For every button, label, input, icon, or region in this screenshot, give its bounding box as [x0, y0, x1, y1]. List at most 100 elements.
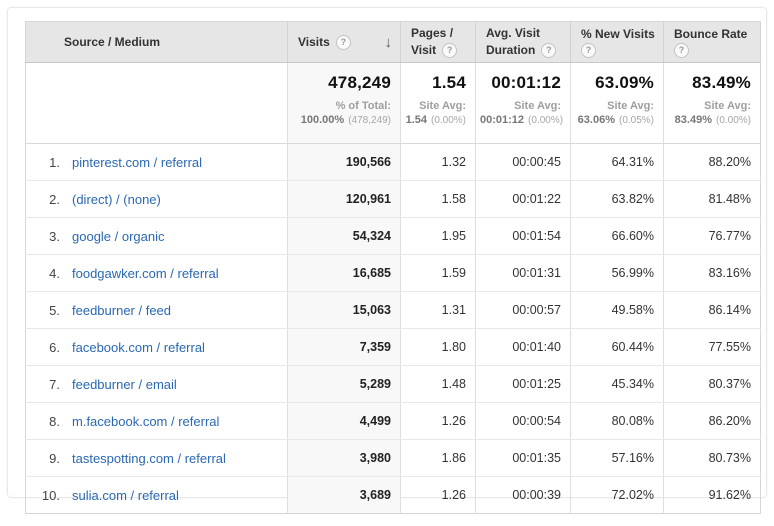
- help-icon[interactable]: ?: [336, 35, 351, 50]
- row-rank: 4.: [36, 266, 60, 281]
- table-row: 2.(direct) / (none) 120,961 1.58 00:01:2…: [26, 181, 761, 218]
- column-header-avg-visit-duration[interactable]: Avg. Visit Duration ?: [476, 22, 571, 63]
- column-header-source-medium[interactable]: Source / Medium: [26, 22, 288, 63]
- source-cell: 3. google / organic: [26, 218, 288, 255]
- summary-pages-cell: 1.54 Site Avg: 1.54(0.00%): [401, 63, 476, 144]
- table-row: 3.google / organic 54,324 1.95 00:01:54 …: [26, 218, 761, 255]
- table-row: 7.feedburner / email 5,289 1.48 00:01:25…: [26, 366, 761, 403]
- site-avg-value: 63.06%(0.05%): [575, 113, 654, 128]
- bounce-cell: 80.37%: [664, 366, 761, 403]
- source-link[interactable]: google / organic: [72, 229, 165, 244]
- bounce-cell: 91.62%: [664, 477, 761, 514]
- source-link[interactable]: (direct) / (none): [72, 192, 161, 207]
- summary-empty-cell: [26, 63, 288, 144]
- duration-cell: 00:00:45: [476, 144, 571, 181]
- source-cell: 8.m.facebook.com / referral: [26, 403, 288, 440]
- table-row: 1.pinterest.com / referral 190,566 1.32 …: [26, 144, 761, 181]
- source-link[interactable]: tastespotting.com / referral: [72, 451, 226, 466]
- visits-label: Visits: [298, 35, 330, 49]
- source-link[interactable]: facebook.com / referral: [72, 340, 205, 355]
- new-visits-cell: 80.08%: [571, 403, 664, 440]
- visits-cell: 3,980: [288, 440, 401, 477]
- new-visits-cell: 60.44%: [571, 329, 664, 366]
- new-visits-cell: 64.31%: [571, 144, 664, 181]
- help-icon[interactable]: ?: [674, 43, 689, 58]
- table-row: 8.m.facebook.com / referral 4,499 1.26 0…: [26, 403, 761, 440]
- summary-visits-cell: 478,249 % of Total: 100.00%(478,249): [288, 63, 401, 144]
- bounce-cell: 81.48%: [664, 181, 761, 218]
- site-avg-value: 83.49%(0.00%): [668, 113, 751, 128]
- table-row: 6.facebook.com / referral 7,359 1.80 00:…: [26, 329, 761, 366]
- table-row: 10.sulia.com / referral 3,689 1.26 00:00…: [26, 477, 761, 514]
- source-cell: 10.sulia.com / referral: [26, 477, 288, 514]
- column-header-pages-visit[interactable]: Pages / Visit ?: [401, 22, 476, 63]
- visits-cell: 54,324: [288, 218, 401, 255]
- summary-bounce-cell: 83.49% Site Avg: 83.49%(0.00%): [664, 63, 761, 144]
- source-cell: 4. foodgawker.com / referral: [26, 255, 288, 292]
- bounce-cell: 76.77%: [664, 218, 761, 255]
- pages-visit-label-line1: Pages /: [411, 25, 453, 42]
- header-row: Source / Medium Visits ? ↓ Pages /: [26, 22, 761, 63]
- visits-cell: 190,566: [288, 144, 401, 181]
- visits-cell: 16,685: [288, 255, 401, 292]
- duration-cell: 00:00:54: [476, 403, 571, 440]
- source-link[interactable]: foodgawker.com / referral: [72, 266, 219, 281]
- visits-cell: 7,359: [288, 329, 401, 366]
- source-medium-label: Source / Medium: [64, 35, 160, 49]
- summary-row: 478,249 % of Total: 100.00%(478,249) 1.5…: [26, 63, 761, 144]
- source-cell: 6. facebook.com / referral: [26, 329, 288, 366]
- pages-cell: 1.32: [401, 144, 476, 181]
- row-rank: 2.: [36, 192, 60, 207]
- column-header-bounce-rate[interactable]: Bounce Rate ?: [664, 22, 761, 63]
- row-rank: 3.: [36, 229, 60, 244]
- summary-pages-value: 1.54: [405, 73, 466, 93]
- source-link[interactable]: feedburner / feed: [72, 303, 171, 318]
- bounce-cell: 80.73%: [664, 440, 761, 477]
- site-avg-label: Site Avg:: [480, 100, 561, 113]
- duration-label-line1: Avg. Visit: [486, 25, 540, 42]
- summary-new-visits-value: 63.09%: [575, 73, 654, 93]
- pages-cell: 1.80: [401, 329, 476, 366]
- new-visits-cell: 72.02%: [571, 477, 664, 514]
- duration-label-line2: Duration: [486, 42, 535, 59]
- column-header-new-visits[interactable]: % New Visits ?: [571, 22, 664, 63]
- visits-cell: 15,063: [288, 292, 401, 329]
- summary-visits-value: 478,249: [292, 73, 391, 93]
- source-link[interactable]: sulia.com / referral: [72, 488, 179, 503]
- site-avg-label: Site Avg:: [405, 100, 466, 113]
- site-avg-value: 1.54(0.00%): [405, 113, 466, 128]
- site-avg-value: 00:01:12(0.00%): [480, 113, 561, 128]
- row-rank: 5.: [36, 303, 60, 318]
- pages-cell: 1.26: [401, 477, 476, 514]
- row-rank: 6.: [36, 340, 60, 355]
- source-link[interactable]: feedburner / email: [72, 377, 177, 392]
- pages-cell: 1.59: [401, 255, 476, 292]
- source-link[interactable]: m.facebook.com / referral: [72, 414, 219, 429]
- help-icon[interactable]: ?: [581, 43, 596, 58]
- source-cell: 9. tastespotting.com / referral: [26, 440, 288, 477]
- row-rank: 9.: [36, 451, 60, 466]
- bounce-cell: 86.20%: [664, 403, 761, 440]
- pages-cell: 1.31: [401, 292, 476, 329]
- source-link[interactable]: pinterest.com / referral: [72, 155, 202, 170]
- pages-cell: 1.95: [401, 218, 476, 255]
- duration-cell: 00:01:54: [476, 218, 571, 255]
- duration-cell: 00:01:22: [476, 181, 571, 218]
- visits-cell: 5,289: [288, 366, 401, 403]
- percent-of-total-label: % of Total:: [292, 100, 391, 113]
- summary-bounce-value: 83.49%: [668, 73, 751, 93]
- summary-duration-value: 00:01:12: [480, 73, 561, 93]
- duration-cell: 00:00:57: [476, 292, 571, 329]
- bounce-cell: 83.16%: [664, 255, 761, 292]
- new-visits-cell: 45.34%: [571, 366, 664, 403]
- help-icon[interactable]: ?: [442, 43, 457, 58]
- duration-cell: 00:01:31: [476, 255, 571, 292]
- new-visits-label: % New Visits: [581, 26, 655, 43]
- column-header-visits[interactable]: Visits ? ↓: [288, 22, 401, 63]
- help-icon[interactable]: ?: [541, 43, 556, 58]
- source-cell: 1.pinterest.com / referral: [26, 144, 288, 181]
- site-avg-label: Site Avg:: [575, 100, 654, 113]
- pages-cell: 1.48: [401, 366, 476, 403]
- sort-descending-icon[interactable]: ↓: [385, 35, 393, 50]
- visits-cell: 3,689: [288, 477, 401, 514]
